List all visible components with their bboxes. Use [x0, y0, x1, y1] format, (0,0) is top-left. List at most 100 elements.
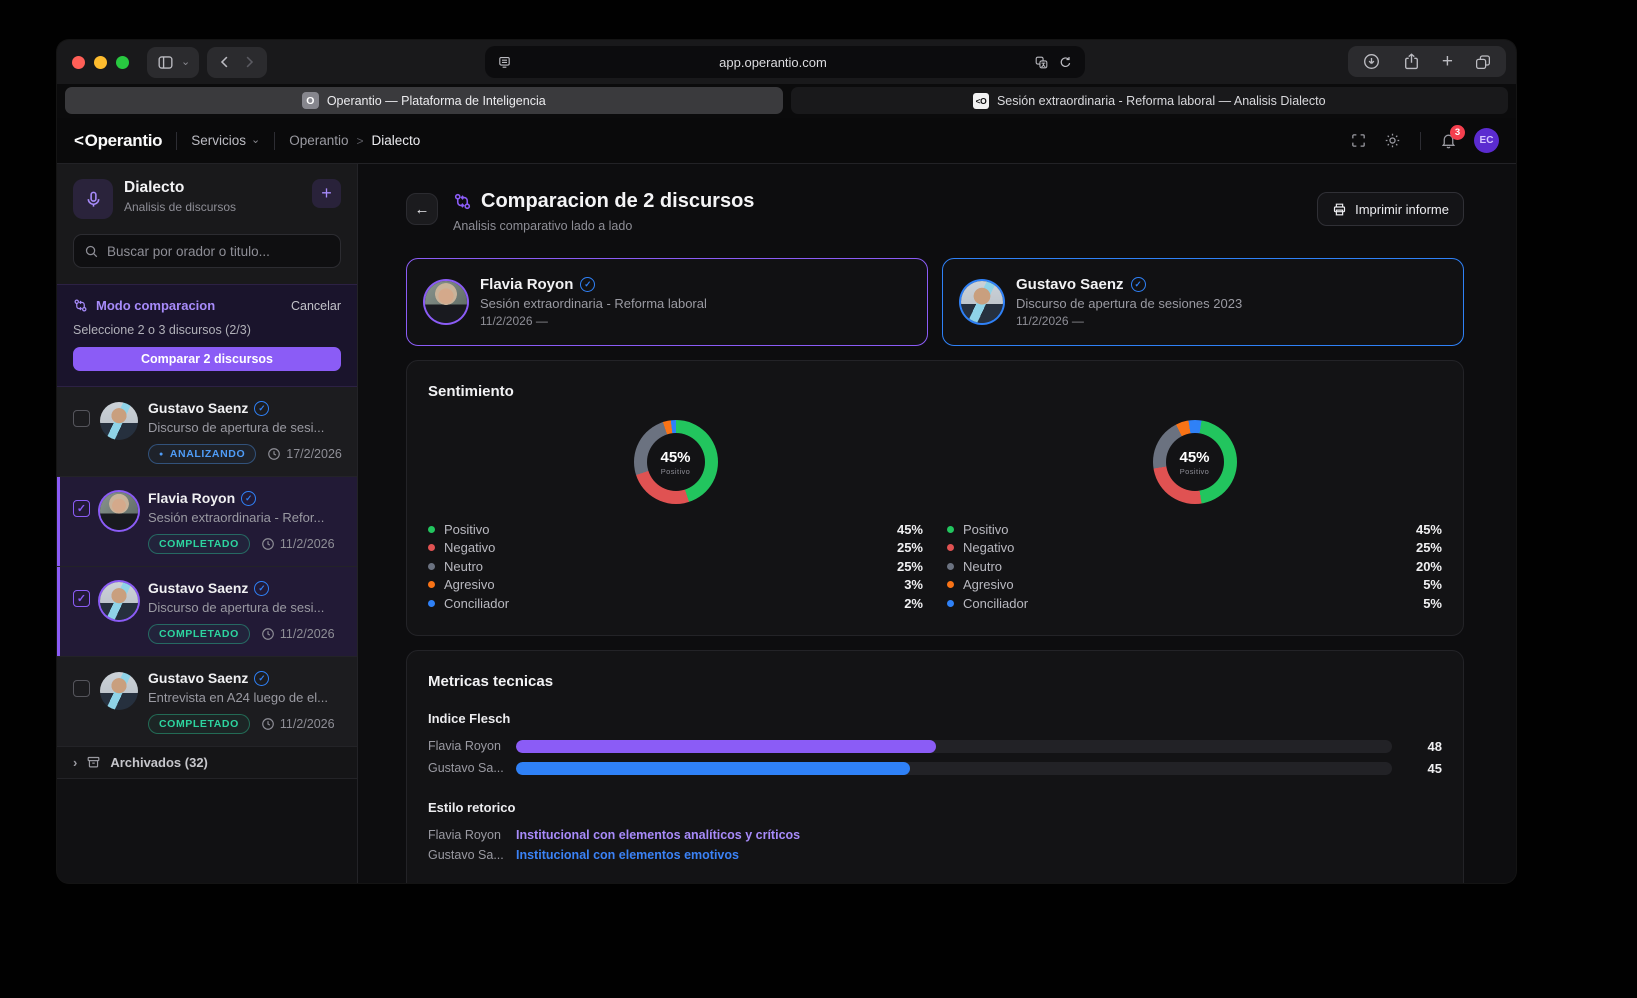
downloads-icon[interactable] — [1362, 52, 1381, 71]
theme-toggle-icon[interactable] — [1384, 132, 1401, 149]
row-speaker-label: Gustavo Sa... — [428, 848, 504, 863]
speech-date: 11/2/2026 — — [1016, 314, 1084, 328]
status-badge: ● ANALIZANDO — [148, 444, 257, 464]
reload-icon[interactable] — [1058, 55, 1073, 70]
speaker-card-gustavo[interactable]: Gustavo Saenz ✓ Discurso de apertura de … — [942, 258, 1464, 346]
speech-list-item[interactable]: ✓ Gustavo Saenz ✓ Discurso de apertura d… — [57, 567, 357, 657]
speech-checkbox[interactable] — [73, 680, 90, 697]
archived-section-toggle[interactable]: › Archivados (32) — [57, 747, 357, 779]
back-button[interactable]: ← — [406, 193, 438, 225]
fullscreen-icon[interactable] — [1350, 132, 1367, 149]
sidebar-toggle-icon[interactable] — [156, 53, 175, 72]
speaker-card-flavia[interactable]: Flavia Royon ✓ Sesión extraordinaria - R… — [406, 258, 928, 346]
cancel-comparison-button[interactable]: Cancelar — [291, 299, 341, 313]
speech-checkbox[interactable]: ✓ — [73, 590, 90, 607]
speaker-avatar — [425, 281, 467, 323]
bar-speaker-label: Flavia Royon — [428, 739, 501, 753]
verified-icon: ✓ — [254, 400, 270, 416]
print-report-button[interactable]: Imprimir informe — [1317, 192, 1464, 226]
bar-value: 45 — [1427, 760, 1442, 776]
legend-dot — [428, 544, 435, 552]
browser-window: ⌄ app.operantio.com + O Operantio — Plat… — [57, 40, 1516, 883]
breadcrumb-root[interactable]: Operantio — [289, 133, 348, 148]
breadcrumb-current: Dialecto — [371, 133, 421, 148]
sidebar-app-subtitle: Analisis de discursos — [124, 200, 237, 214]
search-box — [73, 234, 341, 268]
speaker-name: Flavia Royon — [148, 490, 236, 506]
translate-icon[interactable] — [1034, 55, 1049, 70]
forward-icon[interactable] — [240, 53, 258, 71]
status-dot-icon: ● — [159, 450, 164, 458]
archived-label: Archivados (32) — [110, 755, 208, 770]
notification-badge: 3 — [1450, 125, 1465, 140]
legend-row: Positivo 45% — [947, 520, 1442, 539]
speaker-name: Flavia Royon — [480, 276, 574, 293]
speech-list-item[interactable]: Gustavo Saenz ✓ Discurso de apertura de … — [57, 387, 357, 477]
legend-row: Positivo 45% — [428, 520, 923, 539]
verified-icon: ✓ — [254, 580, 270, 596]
new-tab-icon[interactable]: + — [1442, 52, 1453, 71]
legend-row: Negativo 25% — [947, 539, 1442, 558]
operantio-logo[interactable]: < Operantio — [74, 131, 163, 151]
flesch-bar-flavia — [516, 739, 937, 753]
status-label: COMPLETADO — [159, 628, 239, 640]
url-text: app.operantio.com — [719, 54, 827, 70]
speech-checkbox[interactable] — [73, 410, 90, 427]
user-avatar[interactable]: EC — [1474, 128, 1499, 153]
speech-list-item[interactable]: Gustavo Saenz ✓ Entrevista en A24 luego … — [57, 657, 357, 747]
share-icon[interactable] — [1402, 52, 1421, 71]
minimize-window-button[interactable] — [94, 55, 107, 69]
reader-icon[interactable] — [497, 55, 512, 70]
status-badge: COMPLETADO — [148, 624, 250, 644]
speech-list-item[interactable]: ✓ Flavia Royon ✓ Sesión extraordinaria -… — [57, 477, 357, 567]
sidebar: Dialecto Analisis de discursos + Buscar … — [57, 164, 358, 883]
close-window-button[interactable] — [72, 55, 85, 69]
donut-center-label: Positivo — [1179, 466, 1210, 476]
speaker-avatar — [100, 672, 138, 710]
toolbar-actions: + — [1347, 46, 1506, 77]
zoom-window-button[interactable] — [116, 55, 129, 69]
clock-icon — [262, 538, 274, 550]
legend-label: Conciliador — [444, 595, 510, 611]
legend-value: 3% — [904, 577, 923, 593]
estilo-value-gustavo: Institucional con elementos emotivos — [516, 848, 739, 863]
comparison-mode-panel: Modo comparacion Cancelar Seleccione 2 o… — [57, 284, 357, 387]
speech-checkbox[interactable]: ✓ — [73, 500, 90, 517]
status-label: COMPLETADO — [159, 538, 239, 550]
speech-title: Sesión extraordinaria - Reforma laboral — [480, 296, 707, 311]
legend-row: Neutro 25% — [428, 557, 923, 576]
tab-overview-icon[interactable] — [1474, 53, 1492, 71]
servicios-menu[interactable]: Servicios ⌄ — [191, 133, 260, 148]
legend-dot — [947, 581, 954, 589]
flesch-bar-track — [516, 761, 1392, 775]
sentiment-donut-gustavo: 45% Positivo — [1152, 420, 1237, 504]
dialecto-favicon: <O — [972, 92, 989, 109]
legend-value: 20% — [1415, 558, 1442, 574]
donut-center-label: Positivo — [660, 466, 691, 476]
add-speech-button[interactable]: + — [312, 179, 341, 208]
back-icon[interactable] — [216, 53, 234, 71]
tab-operantio[interactable]: O Operantio — Plataforma de Inteligencia — [65, 87, 783, 114]
legend-value: 2% — [904, 595, 923, 611]
clock-icon — [262, 628, 274, 640]
address-bar[interactable]: app.operantio.com — [485, 46, 1085, 78]
notifications-button[interactable]: 3 — [1440, 125, 1465, 149]
speech-date: 11/2/2026 — [279, 627, 335, 641]
compare-speeches-button[interactable]: Comparar 2 discursos — [73, 347, 341, 371]
chevron-right-icon: › — [73, 755, 78, 770]
legend-dot — [947, 544, 954, 552]
status-badge: COMPLETADO — [148, 534, 250, 554]
tab-sesion-extraordinaria[interactable]: <O Sesión extraordinaria - Reforma labor… — [790, 87, 1508, 114]
speech-date: 11/2/2026 — — [480, 314, 548, 328]
estilo-value-flavia: Institucional con elementos analíticos y… — [516, 827, 801, 842]
chevron-down-icon[interactable]: ⌄ — [181, 56, 190, 68]
legend-label: Positivo — [963, 521, 1009, 537]
estilo-section-label: Estilo retorico — [428, 799, 516, 815]
window-controls — [72, 55, 129, 69]
browser-toolbar: ⌄ app.operantio.com + — [57, 40, 1516, 84]
print-report-label: Imprimir informe — [1355, 201, 1449, 217]
legend-row: Conciliador 2% — [428, 594, 923, 613]
breadcrumb-separator: > — [356, 133, 364, 148]
search-input[interactable] — [107, 243, 330, 259]
speaker-name: Gustavo Saenz — [148, 580, 249, 596]
